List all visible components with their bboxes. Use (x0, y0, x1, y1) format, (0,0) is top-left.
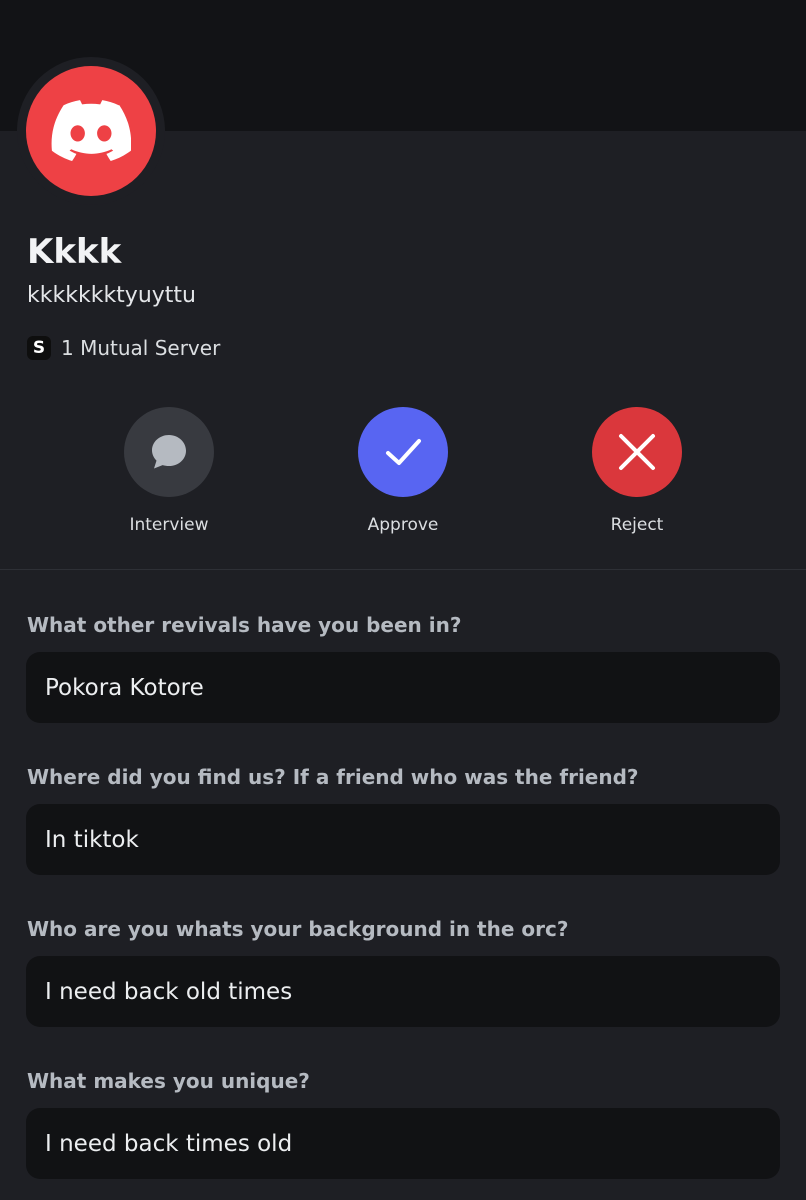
chat-bubble-icon (152, 435, 186, 469)
question-label: Who are you whats your background in the… (27, 917, 569, 941)
checkmark-icon (386, 439, 421, 465)
display-name: Kkkk (27, 232, 122, 272)
answer-box: I need back times old (26, 1108, 780, 1179)
question-label: Where did you find us? If a friend who w… (27, 765, 639, 789)
username: kkkkkkktyuyttu (27, 283, 196, 308)
answer-box: Pokora Kotore (26, 652, 780, 723)
answer-box: I need back old times (26, 956, 780, 1027)
question-block-unique: What makes you unique? I need back times… (26, 1067, 780, 1179)
x-icon (619, 434, 655, 470)
question-block-background: Who are you whats your background in the… (26, 915, 780, 1027)
action-row: Interview Approve Reject (0, 407, 806, 547)
question-block-find-us: Where did you find us? If a friend who w… (26, 763, 780, 875)
avatar[interactable] (26, 66, 156, 196)
divider (0, 569, 806, 570)
approve-label: Approve (367, 515, 439, 535)
question-block-revivals: What other revivals have you been in? Po… (26, 611, 780, 723)
question-label: What other revivals have you been in? (27, 613, 462, 637)
discord-logo-icon (51, 100, 131, 161)
question-label: What makes you unique? (27, 1069, 310, 1093)
interview-label: Interview (129, 515, 209, 535)
answer-box: In tiktok (26, 804, 780, 875)
reject-label: Reject (610, 515, 664, 535)
mutual-servers[interactable]: S 1 Mutual Server (27, 333, 220, 363)
approve-circle[interactable] (358, 407, 448, 497)
approve-button[interactable]: Approve (323, 407, 483, 535)
interview-circle[interactable] (124, 407, 214, 497)
interview-button[interactable]: Interview (89, 407, 249, 535)
mutual-servers-label: 1 Mutual Server (61, 336, 221, 360)
server-icon: S (27, 336, 51, 360)
reject-button[interactable]: Reject (557, 407, 717, 535)
reject-circle[interactable] (592, 407, 682, 497)
